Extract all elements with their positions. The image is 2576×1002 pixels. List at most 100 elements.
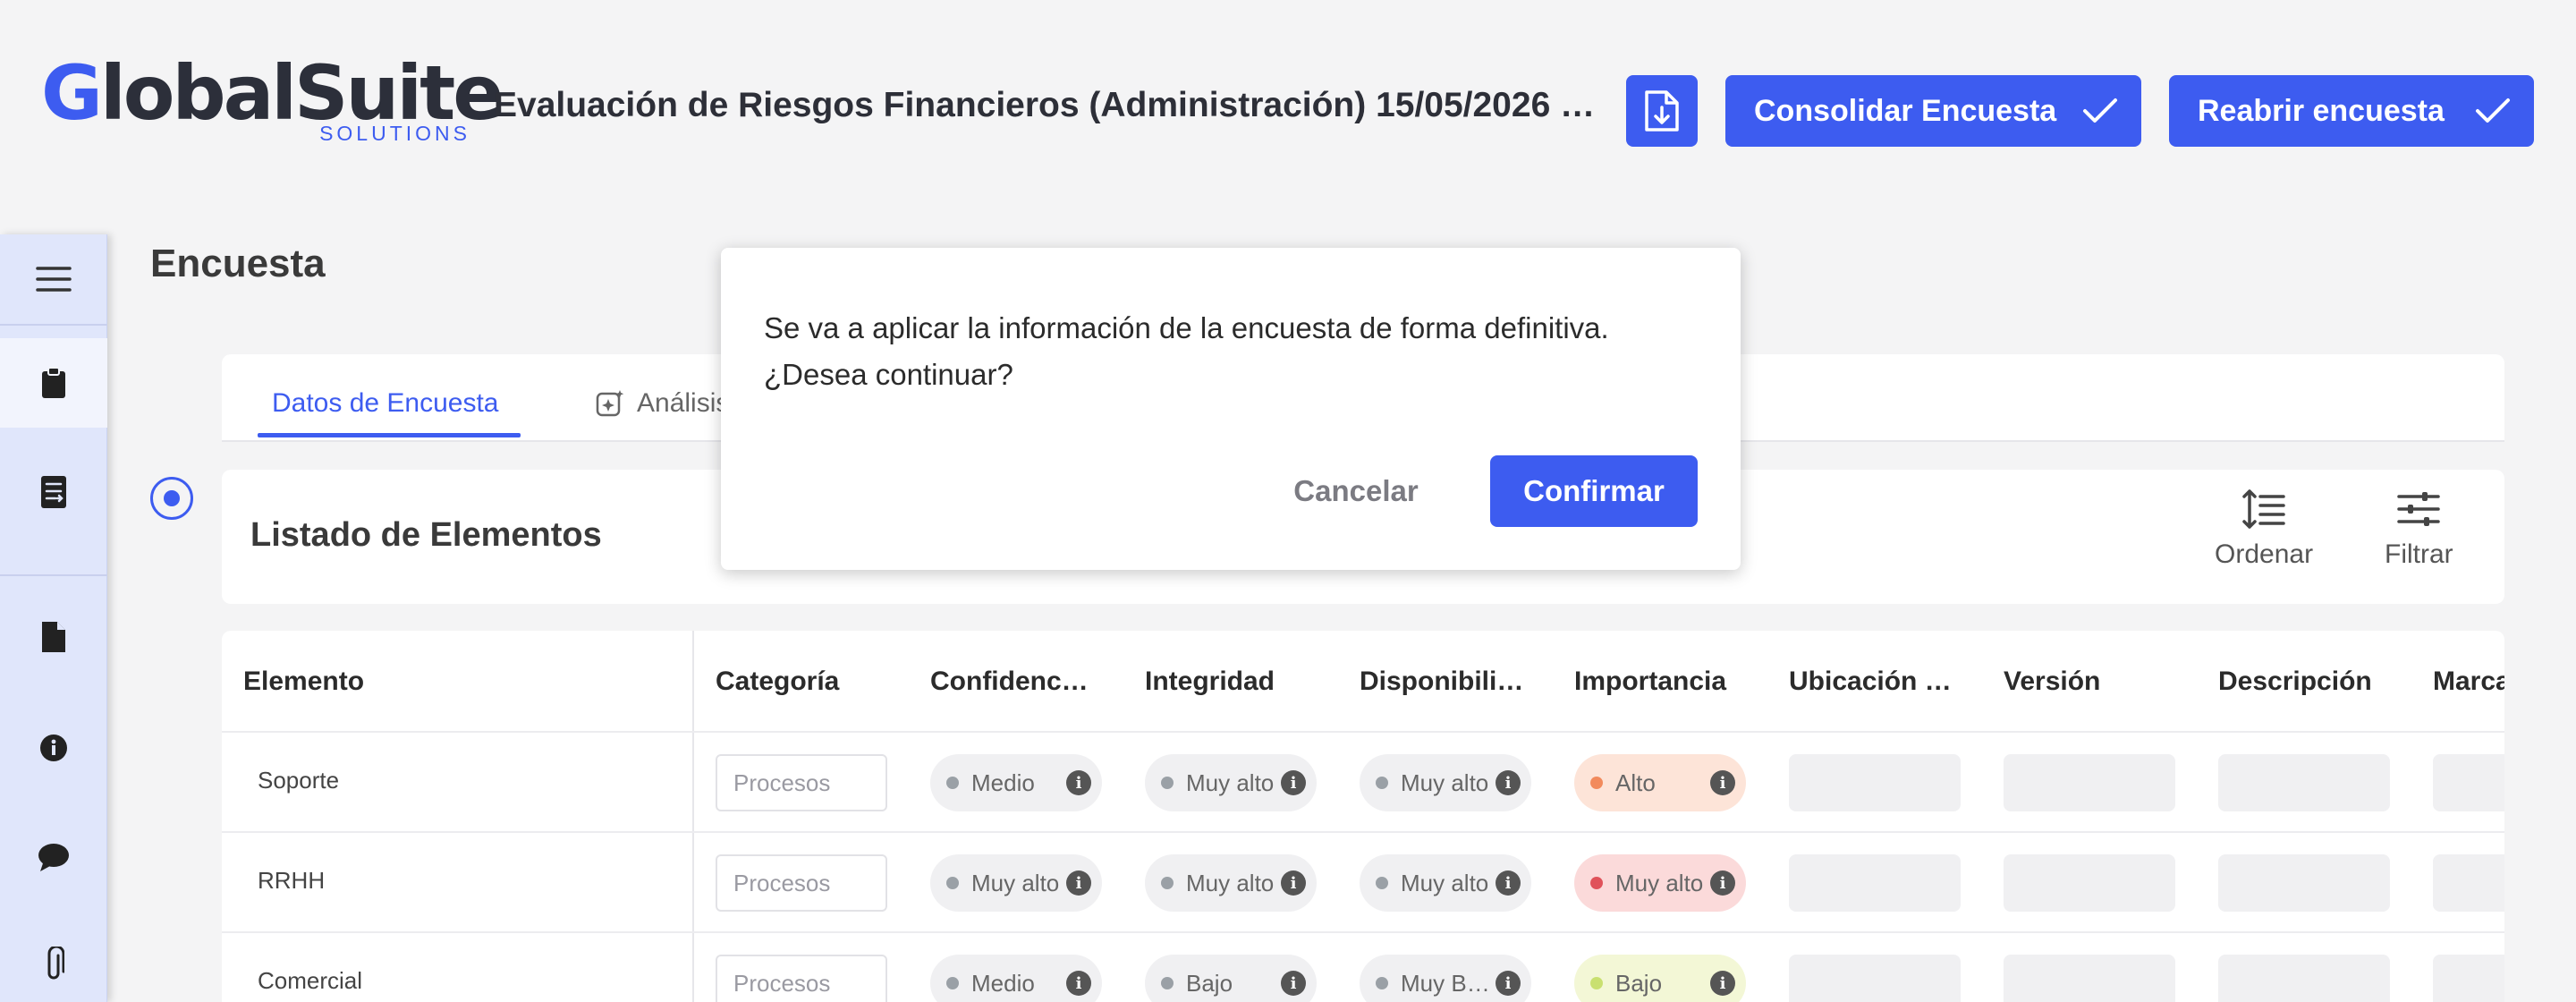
column-header-descripcion[interactable]: Descripción (2218, 667, 2397, 697)
integridad-pill[interactable]: Muy alto i (1145, 754, 1317, 811)
ubicacion-field[interactable] (1789, 754, 1961, 811)
info-icon[interactable]: i (1066, 971, 1091, 996)
disponibilidad-pill[interactable]: Muy alto i (1360, 754, 1531, 811)
info-icon[interactable]: i (1281, 971, 1306, 996)
level-dot (1161, 877, 1174, 889)
confirm-dialog: Se va a aplicar la información de la enc… (721, 248, 1741, 570)
importancia-pill[interactable]: Bajo i (1574, 955, 1746, 1002)
dialog-message-line: Se va a aplicar la información de la enc… (764, 311, 1609, 344)
radio-dot (164, 490, 180, 506)
pill-label: Muy alto (1186, 768, 1275, 796)
chat-icon (38, 844, 69, 871)
pill-label: Bajo (1186, 969, 1233, 997)
level-dot (946, 977, 959, 989)
tab-analisis[interactable]: Análisis (596, 388, 729, 419)
file-export-icon (1645, 90, 1679, 132)
ubicacion-field[interactable] (1789, 955, 1961, 1002)
categoria-input[interactable]: Procesos (716, 854, 887, 912)
sidebar-item-informacion[interactable] (0, 703, 107, 793)
categoria-input[interactable]: Procesos (716, 754, 887, 811)
pill-label: Bajo (1615, 969, 1663, 997)
active-tab-indicator (258, 433, 521, 437)
marca-field[interactable] (2433, 854, 2504, 912)
column-header-ubicacion[interactable]: Ubicación Física (1789, 667, 1959, 697)
level-dot (1590, 777, 1603, 789)
column-header-importancia[interactable]: Importancia (1574, 667, 1753, 697)
info-icon[interactable]: i (1496, 971, 1521, 996)
info-icon[interactable]: i (1710, 770, 1735, 795)
column-header-disponibilidad[interactable]: Disponibilidad (1360, 667, 1530, 697)
ordenar-label: Ordenar (2215, 539, 2314, 569)
sidebar-item-adjuntos[interactable] (0, 920, 107, 1002)
confirm-button[interactable]: Confirmar (1490, 455, 1698, 527)
filtrar-button[interactable]: Filtrar (2385, 488, 2453, 570)
info-icon[interactable]: i (1281, 770, 1306, 795)
consolidar-encuesta-button[interactable]: Consolidar Encuesta (1725, 75, 2141, 147)
level-dot (1590, 877, 1603, 889)
list-title: Listado de Elementos (250, 516, 602, 554)
importancia-pill[interactable]: Muy alto i (1574, 854, 1746, 912)
column-header-confidencialidad[interactable]: Confidencialidad (930, 667, 1091, 697)
column-header-categoria[interactable]: Categoría (716, 667, 894, 697)
app-header: GlobalSuite SOLUTIONS Evaluación de Ries… (0, 0, 2576, 224)
sidebar-item-comentarios[interactable] (0, 812, 107, 902)
file-icon (42, 622, 65, 652)
info-icon[interactable]: i (1710, 870, 1735, 896)
sidebar-item-documentos[interactable] (0, 592, 107, 682)
sidebar-menu-toggle[interactable] (0, 234, 107, 324)
level-dot (1376, 877, 1388, 889)
info-icon[interactable]: i (1496, 770, 1521, 795)
confidencialidad-pill[interactable]: Medio i (930, 754, 1102, 811)
column-header-version[interactable]: Versión (2004, 667, 2182, 697)
table-row[interactable]: Comercial Procesos Medio i Bajo i Muy Bajo… (222, 931, 2504, 1002)
categoria-input[interactable]: Procesos (716, 955, 887, 1002)
marca-field[interactable] (2433, 754, 2504, 811)
document-list-icon (41, 476, 66, 508)
pill-label: Medio (971, 768, 1035, 796)
export-button[interactable] (1626, 75, 1698, 147)
column-header-marca[interactable]: Marca (2433, 667, 2504, 697)
info-icon[interactable]: i (1066, 870, 1091, 896)
table-row[interactable]: RRHH Procesos Muy alto i Muy alto i Muy al… (222, 831, 2504, 931)
version-field[interactable] (2004, 955, 2175, 1002)
column-header-integridad[interactable]: Integridad (1145, 667, 1306, 697)
version-field[interactable] (2004, 854, 2175, 912)
section-title: Encuesta (150, 242, 326, 285)
table-row[interactable]: Soporte Procesos Medio i Muy alto i Muy al… (222, 731, 2504, 831)
ordenar-button[interactable]: Ordenar (2215, 488, 2313, 570)
info-icon[interactable]: i (1710, 971, 1735, 996)
descripcion-field[interactable] (2218, 854, 2390, 912)
disponibilidad-pill[interactable]: Muy alto i (1360, 854, 1531, 912)
confidencialidad-pill[interactable]: Medio i (930, 955, 1102, 1002)
version-field[interactable] (2004, 754, 2175, 811)
descripcion-field[interactable] (2218, 955, 2390, 1002)
dialog-message-line: ¿Desea continuar? (764, 358, 1013, 391)
cancel-button[interactable]: Cancelar (1275, 455, 1436, 527)
column-header-elemento[interactable]: Elemento (243, 667, 673, 697)
descripcion-field[interactable] (2218, 754, 2390, 811)
sidebar-item-listado[interactable] (0, 447, 107, 537)
filter-sliders-icon (2397, 492, 2441, 526)
ubicacion-field[interactable] (1789, 854, 1961, 912)
disponibilidad-pill[interactable]: Muy Bajo i (1360, 955, 1531, 1002)
level-dot (1376, 777, 1388, 789)
integridad-pill[interactable]: Bajo i (1145, 955, 1317, 1002)
globalsuite-logo[interactable]: GlobalSuite SOLUTIONS (41, 48, 504, 149)
selection-radio[interactable] (150, 477, 193, 520)
info-icon[interactable]: i (1281, 870, 1306, 896)
sidebar-item-encuesta[interactable] (0, 338, 107, 428)
info-icon[interactable]: i (1066, 770, 1091, 795)
check-icon (2476, 98, 2510, 123)
cell-elemento: Soporte (258, 767, 340, 794)
importancia-pill[interactable]: Alto i (1574, 754, 1746, 811)
reabrir-encuesta-button[interactable]: Reabrir encuesta (2169, 75, 2534, 147)
pill-label: Muy alto (1401, 869, 1489, 896)
confidencialidad-pill[interactable]: Muy alto i (930, 854, 1102, 912)
info-icon[interactable]: i (1496, 870, 1521, 896)
pill-label: Muy Bajo (1401, 969, 1496, 997)
check-icon (2083, 98, 2117, 123)
marca-field[interactable] (2433, 955, 2504, 1002)
integridad-pill[interactable]: Muy alto i (1145, 854, 1317, 912)
sort-icon (2242, 489, 2285, 529)
tab-datos-encuesta[interactable]: Datos de Encuesta (272, 388, 499, 419)
